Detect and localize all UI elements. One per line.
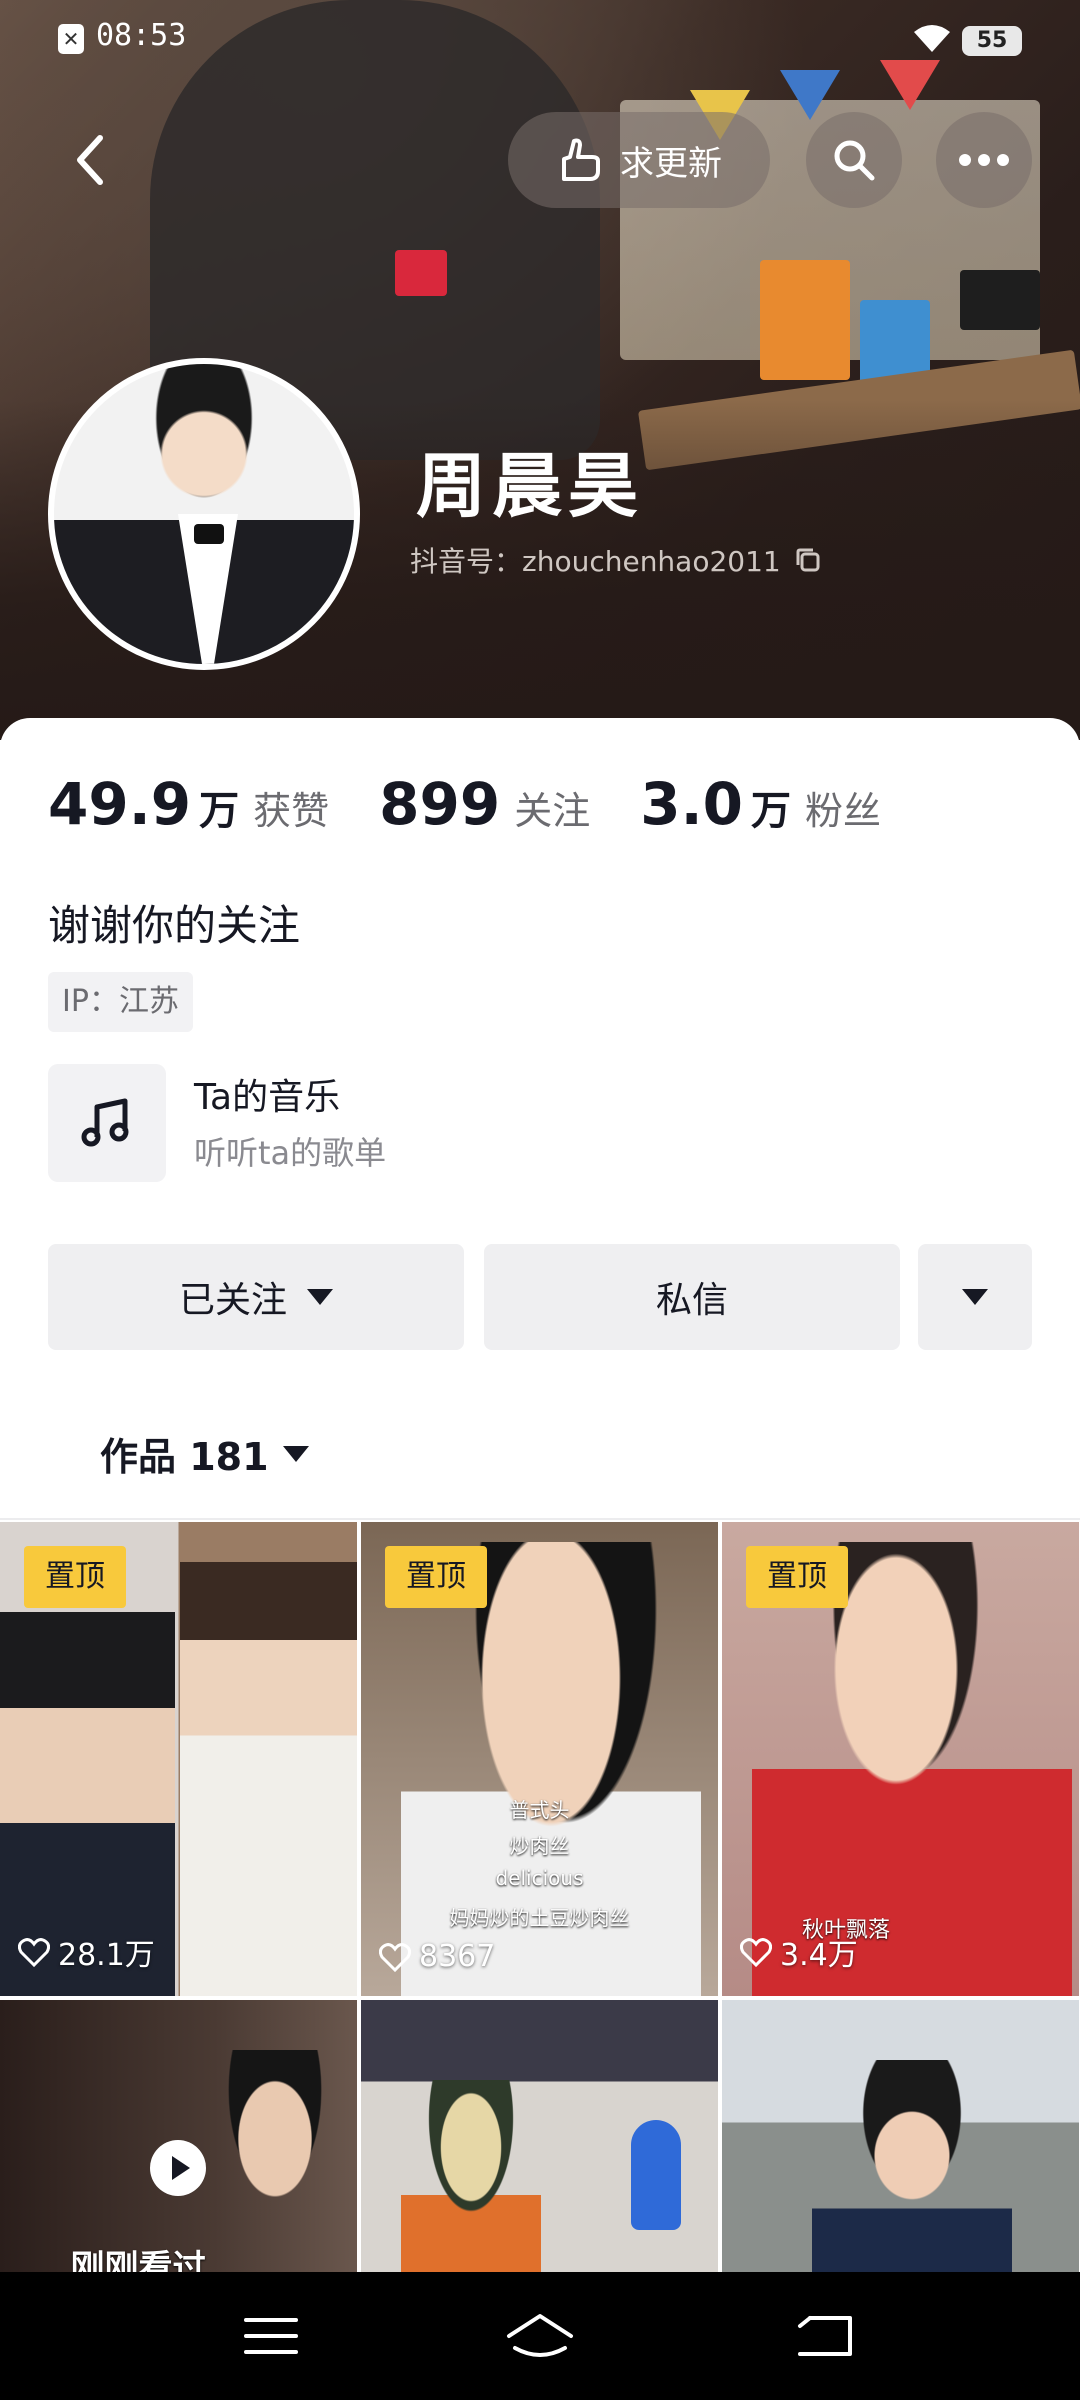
video-caption-line: 普式头 [509,1798,570,1822]
dropdown-triangle-icon [282,1445,309,1462]
stat-followers-number: 3.0 [640,770,743,838]
status-bar: ✕ 08:53 55 [0,0,1080,80]
video-grid: 置顶 28.1万 置顶 普式头 炒肉丝 delicious 妈妈炒的土豆炒肉丝 … [0,1522,1080,2272]
stat-likes-number: 49.9 [48,770,192,838]
play-icon [150,2140,206,2196]
request-update-label: 求更新 [620,143,722,184]
profile-bio: 谢谢你的关注 [48,901,301,950]
music-entry[interactable]: Ta的音乐 听听ta的歌单 [48,1064,1032,1182]
video-caption-line: delicious [495,1866,584,1890]
back-nav-icon[interactable] [790,2302,860,2370]
more-dots-icon [959,154,1009,166]
video-thumbnail-person [190,2050,357,2272]
like-count: 8367 [379,1939,495,1974]
profile-stats: 49.9 万 获赞 899 关注 3.0 万 粉丝 [48,770,931,840]
video-tile[interactable]: 置顶 秋叶飘落 3.4万 [722,1522,1079,1996]
music-note-icon [81,1098,129,1147]
ip-location-tag: IP：江苏 [48,972,193,1032]
stat-following-label: 关注 [514,789,591,833]
system-navigation-bar [0,2272,1080,2400]
video-tile[interactable]: 置顶 普式头 炒肉丝 delicious 妈妈炒的土豆炒肉丝 8367 [361,1522,718,1996]
followed-label: 已关注 [178,1280,287,1321]
profile-actions: 已关注 私信 [48,1244,1032,1350]
stat-followers-label: 粉丝 [804,789,881,833]
recent-apps-icon[interactable] [236,2302,306,2370]
profile-username: 周晨昊 [416,444,644,527]
like-count-text: 8367 [419,1939,496,1974]
stat-following[interactable]: 899 关注 [379,770,590,838]
followed-button[interactable]: 已关注 [48,1244,464,1350]
wifi-icon [914,25,950,52]
avatar-bowtie [194,524,224,544]
like-count-text: 3.4万 [780,1938,858,1973]
tab-divider [0,1518,1080,1520]
video-tile[interactable]: 置顶 28.1万 [0,1522,357,1996]
heart-icon [18,1938,50,1967]
notification-icon: ✕ [58,24,84,54]
more-options-button[interactable] [936,112,1032,208]
expand-recommendations-button[interactable] [918,1244,1032,1350]
pointing-hand-icon [562,138,600,181]
heart-icon [740,1938,772,1967]
profile-avatar[interactable] [48,358,360,670]
tab-works[interactable]: 作品 181 [100,1426,309,1481]
like-count: 28.1万 [18,1930,155,1974]
like-count: 3.4万 [740,1930,858,1974]
back-arrow-icon [77,135,103,185]
search-button[interactable] [806,112,902,208]
stat-followers-unit: 万 [750,788,791,834]
pinned-badge: 置顶 [24,1546,126,1608]
home-icon[interactable] [505,2302,575,2370]
like-count-text: 28.1万 [58,1938,155,1973]
chevron-down-icon [962,1289,988,1305]
video-caption-line: 妈妈炒的土豆炒肉丝 [449,1906,630,1930]
status-time: 08:53 [96,18,187,53]
video-caption-line: 炒肉丝 [509,1834,570,1858]
video-thumbnail-toy [401,2080,541,2272]
video-thumbnail-person [752,1542,1072,1996]
stat-likes-label: 获赞 [253,789,330,833]
battery-indicator: 55 [962,26,1022,56]
video-thumbnail-toy [631,2120,681,2230]
video-thumbnail-person [812,2060,1012,2272]
video-tile[interactable] [361,2000,718,2272]
music-icon-box [48,1064,166,1182]
copy-icon[interactable] [793,545,823,575]
banner-music-stand [960,270,1040,330]
video-tile[interactable]: 刚刚看过 [0,2000,357,2272]
music-subtitle: 听听ta的歌单 [194,1134,387,1172]
stat-likes[interactable]: 49.9 万 获赞 [48,770,329,838]
stat-following-number: 899 [379,770,501,838]
recently-viewed-label: 刚刚看过 [70,2248,207,2272]
stat-followers[interactable]: 3.0 万 粉丝 [640,770,881,838]
message-label: 私信 [655,1280,728,1321]
works-tab-label: 作品 181 [100,1435,269,1479]
dropdown-triangle-icon [307,1289,333,1305]
video-tile[interactable] [722,2000,1079,2272]
douyin-id-row: 抖音号：zhouchenhao2011 [410,540,823,580]
pinned-badge: 置顶 [385,1546,487,1608]
banner-shirt-logo [395,250,447,296]
video-thumbnail-person [180,1562,357,1996]
message-button[interactable]: 私信 [484,1244,900,1350]
music-title: Ta的音乐 [194,1077,341,1118]
pinned-badge: 置顶 [746,1546,848,1608]
search-icon [834,140,875,181]
heart-icon [379,1942,411,1972]
request-update-button[interactable]: 求更新 [508,112,770,208]
banner-building [760,260,850,380]
back-button[interactable] [42,112,138,208]
stat-likes-unit: 万 [199,788,240,834]
douyin-id-text: 抖音号：zhouchenhao2011 [410,545,781,578]
